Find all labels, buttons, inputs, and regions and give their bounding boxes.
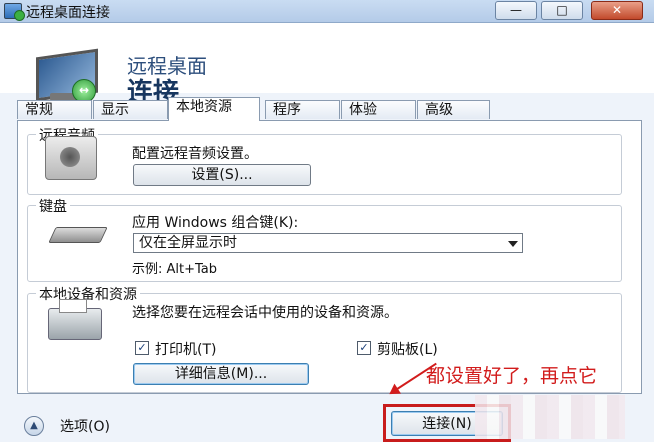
audio-description: 配置远程音频设置。 (132, 146, 258, 162)
maximize-button[interactable]: □ (541, 1, 583, 20)
pixelated-overlay (475, 395, 625, 439)
dialog-header: ↔ 远程桌面 连接 (0, 23, 654, 108)
audio-settings-button[interactable]: 设置(S)... (133, 164, 311, 186)
tab-programs[interactable]: 程序 (265, 100, 340, 119)
tab-general[interactable]: 常规 (17, 100, 92, 119)
keyboard-icon (48, 227, 108, 243)
group-label-devices: 本地设备和资源 (36, 284, 140, 304)
speaker-icon (45, 136, 97, 180)
minimize-button[interactable]: — (495, 1, 537, 20)
clipboard-label: 剪贴板(L) (377, 342, 438, 358)
group-label-keyboard: 键盘 (36, 196, 70, 216)
chevron-down-icon (508, 241, 518, 247)
clipboard-checkbox[interactable]: ✓ (357, 341, 371, 355)
close-button[interactable]: ✕ (591, 1, 643, 20)
tab-local-resources[interactable]: 本地资源 (168, 97, 260, 121)
tab-experience[interactable]: 体验 (341, 100, 416, 119)
group-remote-audio: 远程音频 (27, 125, 622, 195)
printer-icon (48, 299, 102, 340)
details-button[interactable]: 详细信息(M)... (133, 363, 309, 385)
chevron-up-icon[interactable]: ▲ (24, 416, 44, 436)
printer-checkbox[interactable]: ✓ (135, 341, 149, 355)
keyboard-description: 应用 Windows 组合键(K): (132, 215, 299, 231)
devices-description: 选择您要在远程会话中使用的设备和资源。 (132, 305, 398, 321)
printer-label: 打印机(T) (155, 342, 217, 358)
windows-key-combination-select[interactable]: 仅在全屏显示时 (133, 233, 523, 253)
computer-monitor-icon: ↔ (30, 48, 100, 104)
tab-display[interactable]: 显示 (93, 100, 168, 119)
keyboard-example: 示例: Alt+Tab (132, 262, 218, 277)
annotation-text: 都设置好了，再点它 (426, 365, 598, 387)
window-title: 远程桌面连接 (26, 5, 110, 21)
tab-advanced[interactable]: 高级 (417, 100, 490, 119)
remote-desktop-icon (4, 3, 25, 21)
title-bar: 远程桌面连接 — □ ✕ (0, 0, 654, 23)
options-toggle[interactable]: 选项(O) (60, 416, 110, 436)
select-value: 仅在全屏显示时 (139, 235, 237, 251)
